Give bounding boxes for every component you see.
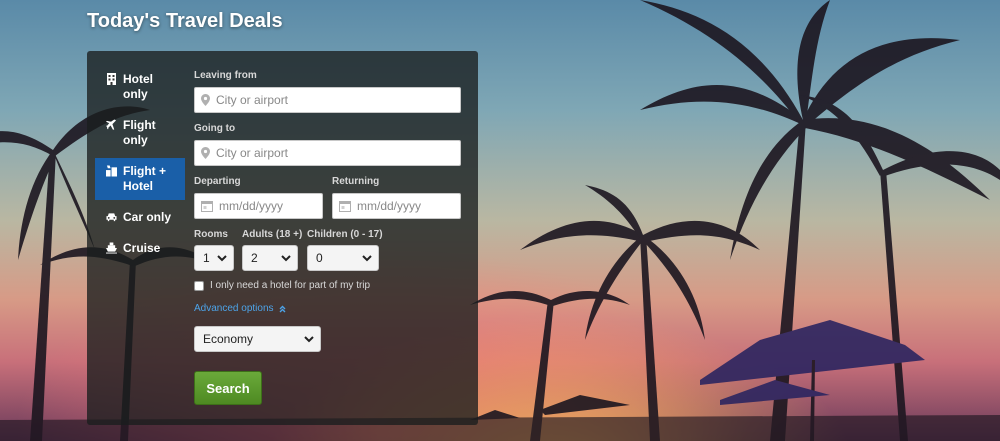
- returning-placeholder: mm/dd/yyyy: [357, 199, 422, 213]
- calendar-icon: [201, 201, 213, 212]
- location-pin-icon: [201, 147, 210, 159]
- calendar-icon: [339, 201, 351, 212]
- product-tabs: Hotel only Flight only Flight + Hotel Ca…: [95, 66, 185, 262]
- departing-date-input[interactable]: mm/dd/yyyy: [194, 193, 323, 219]
- partial-hotel-checkbox[interactable]: [194, 280, 204, 291]
- departing-placeholder: mm/dd/yyyy: [219, 199, 284, 213]
- tab-label: Flight + Hotel: [123, 164, 166, 193]
- partial-hotel-label: I only need a hotel for part of my trip: [210, 280, 371, 291]
- returning-date-input[interactable]: mm/dd/yyyy: [332, 193, 461, 219]
- children-value: 0: [316, 251, 323, 265]
- cabin-class-value: Economy: [203, 332, 254, 346]
- tab-label: Flight only: [123, 118, 156, 147]
- car-icon: [106, 213, 117, 222]
- rooms-label: Rooms: [194, 229, 228, 240]
- adults-value: 2: [251, 251, 258, 265]
- going-to-input[interactable]: City or airport: [194, 140, 461, 166]
- tab-cruise[interactable]: Cruise: [95, 235, 185, 262]
- tab-car-only[interactable]: Car only: [95, 204, 185, 231]
- children-select[interactable]: 0: [307, 245, 379, 271]
- leaving-label: Leaving from: [194, 70, 257, 81]
- location-pin-icon: [201, 94, 210, 106]
- tab-label: Hotel only: [123, 72, 153, 101]
- rooms-select[interactable]: 1: [194, 245, 234, 271]
- search-button[interactable]: Search: [194, 371, 262, 405]
- building-icon: [107, 73, 116, 85]
- adults-select[interactable]: 2: [242, 245, 298, 271]
- leaving-from-input[interactable]: City or airport: [194, 87, 461, 113]
- chevron-down-icon: [304, 335, 314, 342]
- departing-label: Departing: [194, 176, 241, 187]
- chevron-down-icon: [281, 254, 291, 261]
- ship-icon: [106, 242, 117, 254]
- returning-label: Returning: [332, 176, 380, 187]
- going-label: Going to: [194, 123, 236, 134]
- tab-label: Car only: [123, 210, 172, 224]
- flight-hotel-icon: [106, 165, 117, 177]
- chevron-down-icon: [362, 254, 372, 261]
- airplane-icon: [106, 119, 117, 130]
- chevron-down-icon: [217, 254, 227, 261]
- tab-label: Cruise: [123, 241, 161, 255]
- partial-hotel-row: I only need a hotel for part of my trip: [194, 280, 370, 291]
- double-chevron-up-icon: [279, 305, 286, 312]
- tab-hotel-only[interactable]: Hotel only: [95, 66, 185, 108]
- cabin-class-select[interactable]: Economy: [194, 326, 321, 352]
- tab-flight-only[interactable]: Flight only: [95, 112, 185, 154]
- advanced-options-link[interactable]: Advanced options: [194, 303, 286, 314]
- rooms-value: 1: [203, 251, 210, 265]
- adults-label: Adults (18 +): [242, 229, 303, 240]
- page-title: Today's Travel Deals: [87, 10, 283, 32]
- tab-flight-hotel[interactable]: Flight + Hotel: [95, 158, 185, 200]
- children-label: Children (0 - 17): [307, 229, 383, 240]
- advanced-options-label: Advanced options: [194, 303, 274, 314]
- going-placeholder: City or airport: [216, 146, 289, 160]
- leaving-placeholder: City or airport: [216, 93, 289, 107]
